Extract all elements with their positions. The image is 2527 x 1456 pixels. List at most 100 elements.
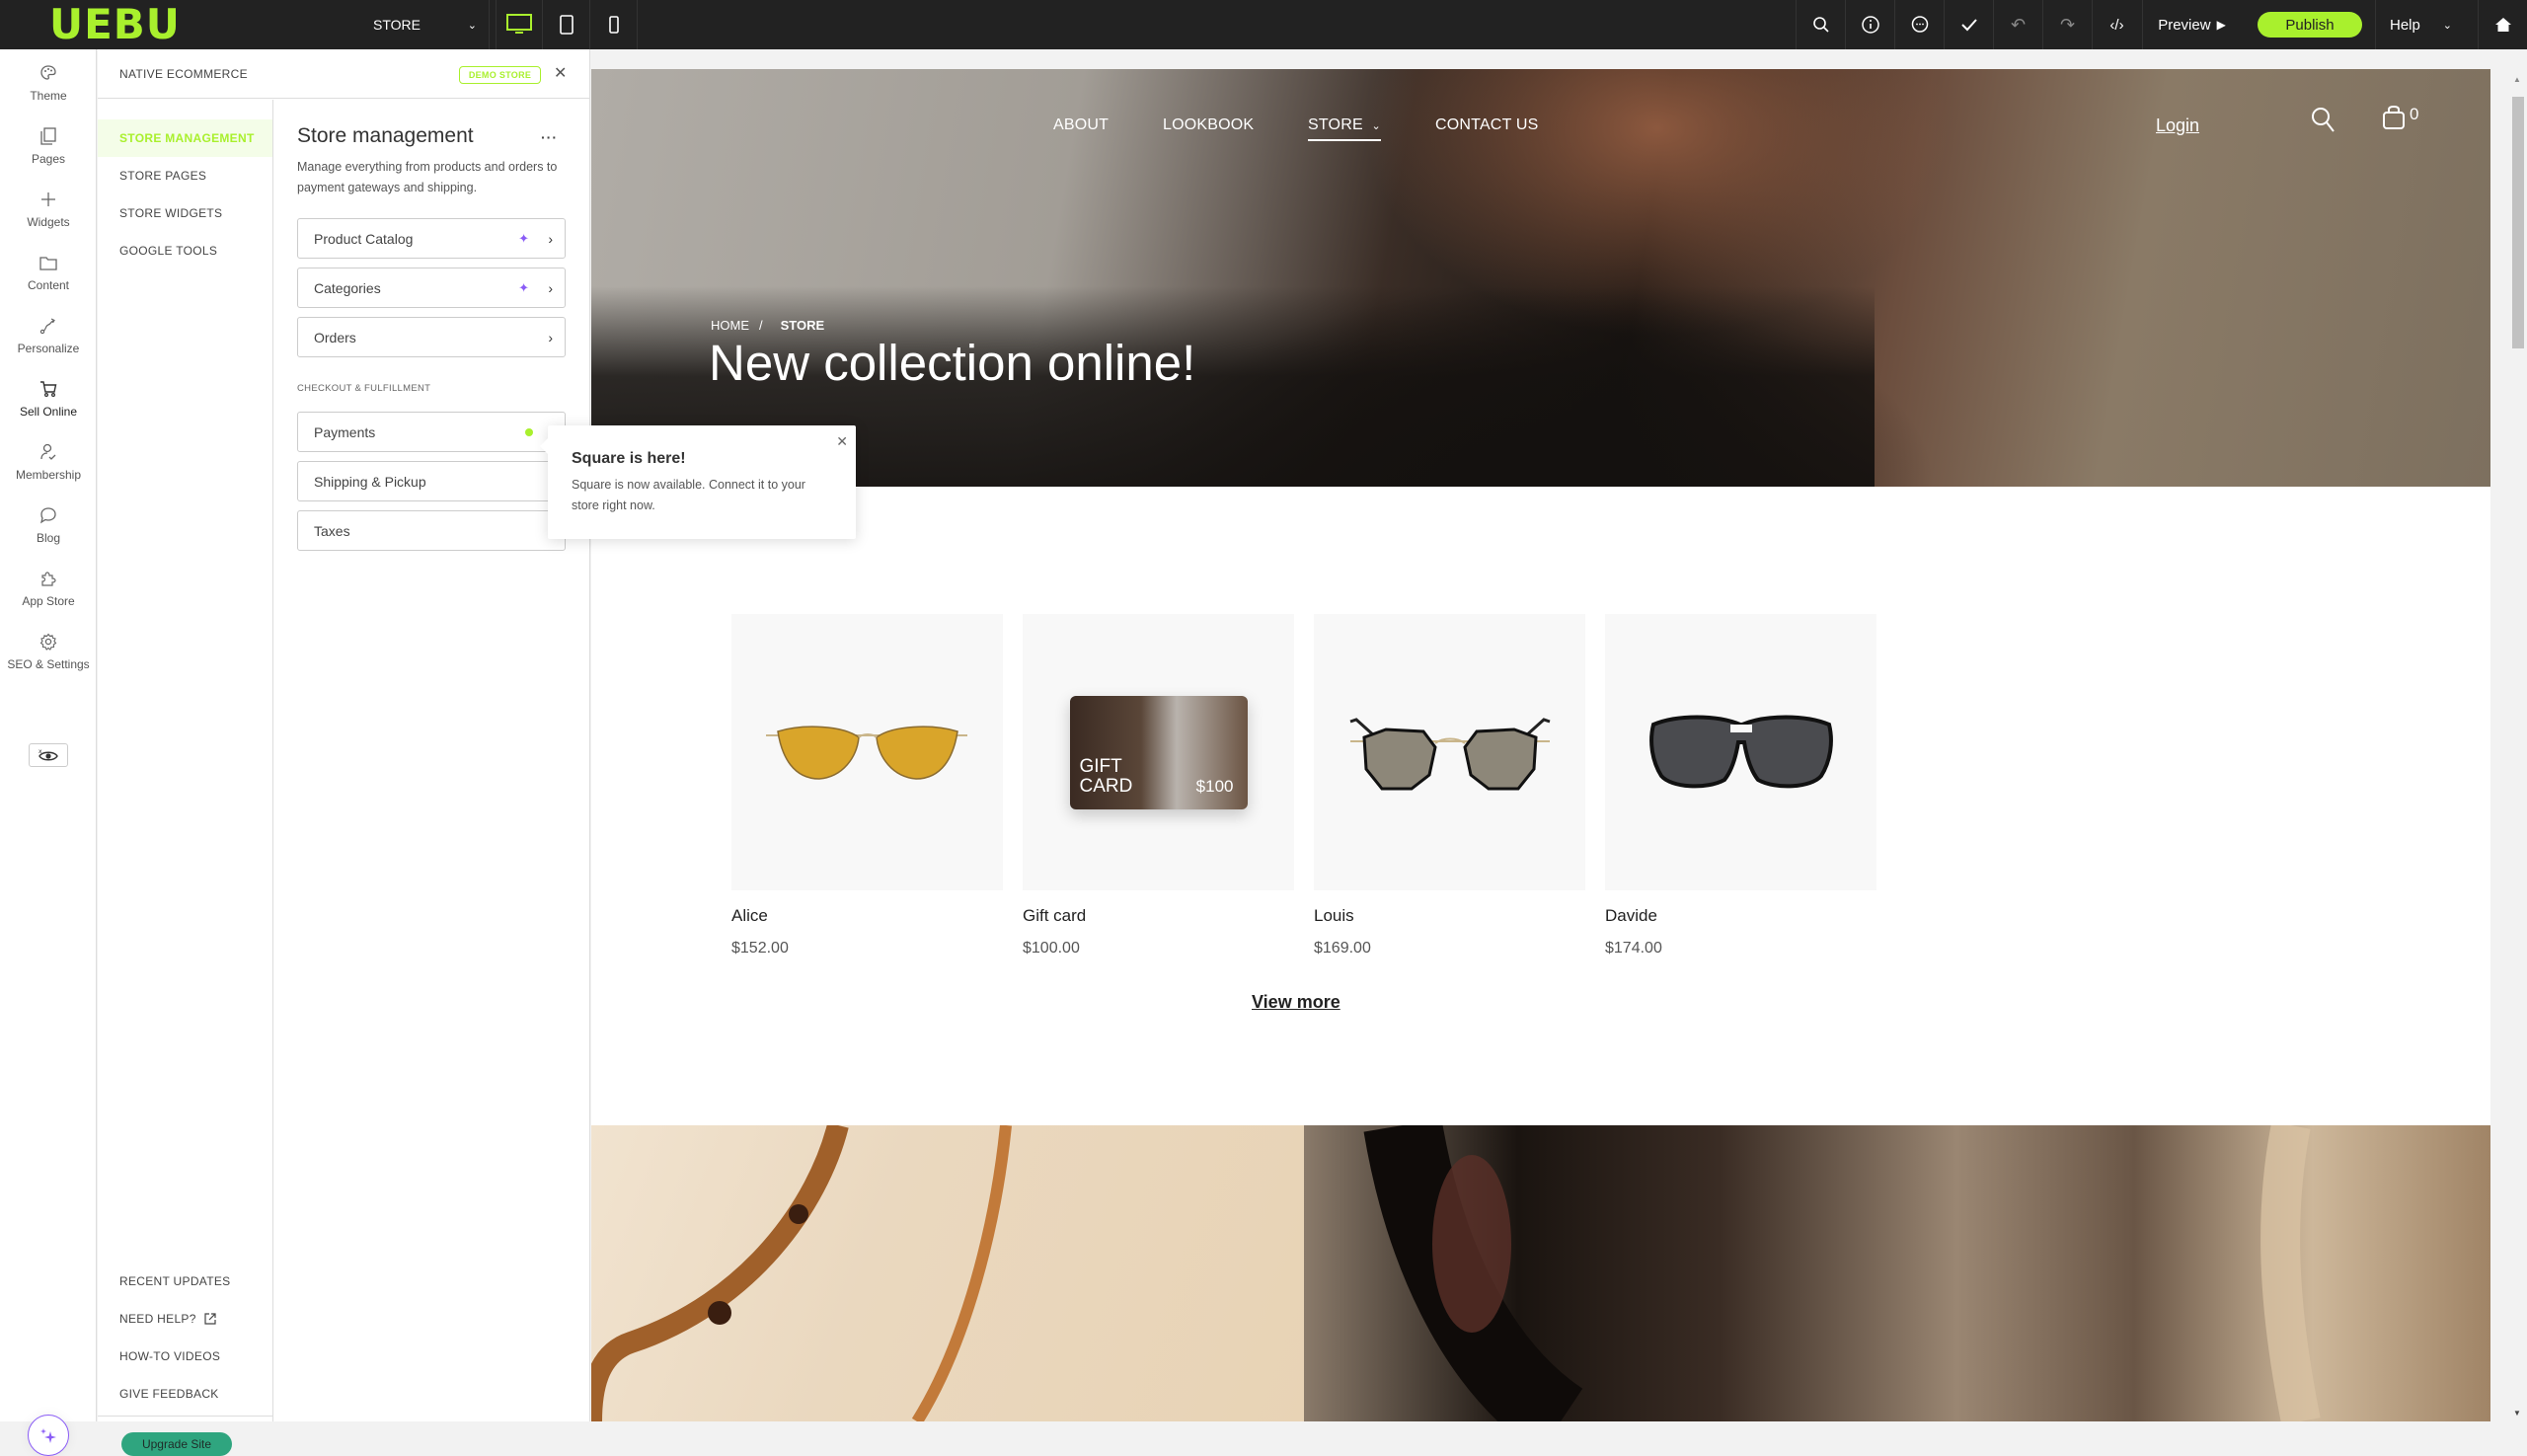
sunglasses-pampas-image: [1304, 1118, 2490, 1421]
rail-item-seo-settings[interactable]: SEO & Settings: [0, 628, 97, 687]
rail-item-pages[interactable]: Pages: [0, 122, 97, 182]
close-icon[interactable]: ✕: [554, 63, 567, 83]
rail-item-widgets[interactable]: Widgets: [0, 186, 97, 245]
help-button[interactable]: Help ⌄: [2375, 0, 2464, 49]
publish-button[interactable]: Publish: [2258, 12, 2362, 38]
folder-icon: [39, 256, 57, 270]
row-label: Shipping & Pickup: [314, 473, 426, 490]
comments-button[interactable]: [1894, 0, 1944, 49]
panel-header: NATIVE ECOMMERCE DEMO STORE ✕: [98, 49, 589, 99]
rail-item-theme[interactable]: Theme: [0, 59, 97, 118]
subnav-store-pages[interactable]: STORE PAGES: [98, 157, 272, 194]
product-card[interactable]: Louis $169.00: [1314, 614, 1585, 958]
payments-row[interactable]: Payments ›: [297, 412, 566, 452]
rail-label: App Store: [22, 594, 75, 608]
info-button[interactable]: [1845, 0, 1894, 49]
site-preview: ABOUT LOOKBOOK STORE ⌄ CONTACT US Login …: [591, 69, 2490, 1421]
gift-card-amount: $100: [1195, 776, 1234, 796]
need-help-link[interactable]: NEED HELP?: [98, 1300, 273, 1338]
undo-button[interactable]: ↶: [1993, 0, 2042, 49]
shipping-pickup-row[interactable]: Shipping & Pickup ›: [297, 461, 566, 501]
ai-assistant-button[interactable]: [28, 1415, 69, 1456]
site-nav-about[interactable]: ABOUT: [1053, 116, 1109, 134]
site-nav-contact[interactable]: CONTACT US: [1435, 116, 1539, 134]
more-options-icon[interactable]: ···: [541, 129, 558, 145]
give-feedback-link[interactable]: GIVE FEEDBACK: [98, 1375, 273, 1413]
check-button[interactable]: [1944, 0, 1993, 49]
mobile-view-button[interactable]: [590, 0, 638, 49]
canvas-scrollbar[interactable]: ▲ ▼: [2510, 69, 2524, 1421]
view-more-link[interactable]: View more: [1252, 992, 1340, 1013]
pages-icon: [40, 127, 56, 145]
rail-label: SEO & Settings: [7, 657, 90, 671]
scroll-thumb[interactable]: [2512, 97, 2524, 348]
row-label: Payments: [314, 423, 376, 440]
site-search-icon[interactable]: [2310, 106, 2336, 133]
site-nav-store-label: STORE: [1308, 116, 1363, 133]
close-icon[interactable]: ✕: [836, 433, 848, 450]
recent-updates-link[interactable]: RECENT UPDATES: [98, 1263, 273, 1300]
product-image[interactable]: [1314, 614, 1585, 890]
demo-store-badge[interactable]: DEMO STORE: [459, 66, 541, 84]
how-to-videos-link[interactable]: HOW-TO VIDEOS: [98, 1338, 273, 1375]
upgrade-site-button[interactable]: Upgrade Site: [121, 1432, 232, 1456]
product-name[interactable]: Gift card: [1023, 906, 1294, 926]
breadcrumb: HOME / STORE: [711, 318, 824, 333]
page-selector[interactable]: STORE ⌄: [361, 0, 490, 49]
site-nav-store[interactable]: STORE ⌄: [1308, 116, 1381, 141]
product-name[interactable]: Louis: [1314, 906, 1585, 926]
rail-item-content[interactable]: Content: [0, 249, 97, 308]
logo: UEBU: [49, 0, 181, 48]
tablet-view-button[interactable]: [543, 0, 590, 49]
rail-item-sell-online[interactable]: Sell Online: [0, 375, 97, 434]
home-button[interactable]: [2478, 0, 2527, 49]
product-name[interactable]: Davide: [1605, 906, 1876, 926]
taxes-row[interactable]: Taxes ›: [297, 510, 566, 551]
gift-card-label: GIFT: [1079, 755, 1122, 777]
hide-preview-toggle[interactable]: x: [29, 743, 68, 767]
panel-subnav: STORE MANAGEMENT STORE PAGES STORE WIDGE…: [98, 100, 273, 1456]
shopping-bag-icon: [2383, 105, 2405, 129]
subnav-google-tools[interactable]: GOOGLE TOOLS: [98, 232, 272, 269]
product-catalog-row[interactable]: Product Catalog ✦ ›: [297, 218, 566, 259]
product-name[interactable]: Alice: [731, 906, 1003, 926]
desktop-view-button[interactable]: [496, 0, 543, 49]
gift-card-image: GIFT CARD $100: [1069, 695, 1248, 809]
svg-text:x: x: [38, 748, 42, 755]
breadcrumb-home[interactable]: HOME: [711, 318, 749, 333]
product-image[interactable]: GIFT CARD $100: [1023, 614, 1294, 890]
product-image[interactable]: [731, 614, 1003, 890]
site-cart[interactable]: 0: [2382, 105, 2418, 130]
ecommerce-panel: NATIVE ECOMMERCE DEMO STORE ✕ STORE MANA…: [98, 49, 590, 1456]
panel-title: NATIVE ECOMMERCE: [119, 66, 248, 81]
preview-button[interactable]: Preview ▶: [2142, 0, 2241, 49]
scroll-up-arrow[interactable]: ▲: [2513, 75, 2521, 84]
cart-count: 0: [2410, 105, 2419, 123]
tooltip-title: Square is here!: [572, 450, 686, 467]
need-help-label: NEED HELP?: [119, 1312, 196, 1326]
code-button[interactable]: ‹/›: [2092, 0, 2141, 49]
subnav-store-management[interactable]: STORE MANAGEMENT: [98, 119, 272, 157]
product-card[interactable]: Davide $174.00: [1605, 614, 1876, 958]
scroll-down-arrow[interactable]: ▼: [2513, 1409, 2521, 1418]
product-card[interactable]: Alice $152.00: [731, 614, 1003, 958]
site-login-link[interactable]: Login: [2156, 115, 2199, 136]
rail-item-app-store[interactable]: App Store: [0, 565, 97, 624]
eye-off-icon: x: [38, 748, 58, 761]
subnav-store-widgets[interactable]: STORE WIDGETS: [98, 194, 272, 232]
product-card[interactable]: GIFT CARD $100 Gift card $100.00: [1023, 614, 1294, 958]
store-management-content: Store management ··· Manage everything f…: [297, 100, 566, 560]
new-indicator-dot: [525, 427, 533, 436]
product-grid: Alice $152.00 GIFT CARD $100 Gift card $1…: [731, 614, 1876, 958]
search-button[interactable]: [1796, 0, 1845, 49]
orders-row[interactable]: Orders ›: [297, 317, 566, 357]
product-image[interactable]: [1605, 614, 1876, 890]
rail-label: Content: [27, 278, 70, 292]
rail-item-personalize[interactable]: Personalize: [0, 312, 97, 371]
rail-item-membership[interactable]: Membership: [0, 438, 97, 498]
info-icon: [1861, 16, 1879, 34]
redo-button[interactable]: ↷: [2042, 0, 2092, 49]
rail-item-blog[interactable]: Blog: [0, 501, 97, 561]
site-nav-lookbook[interactable]: LOOKBOOK: [1163, 116, 1254, 134]
categories-row[interactable]: Categories ✦ ›: [297, 268, 566, 308]
